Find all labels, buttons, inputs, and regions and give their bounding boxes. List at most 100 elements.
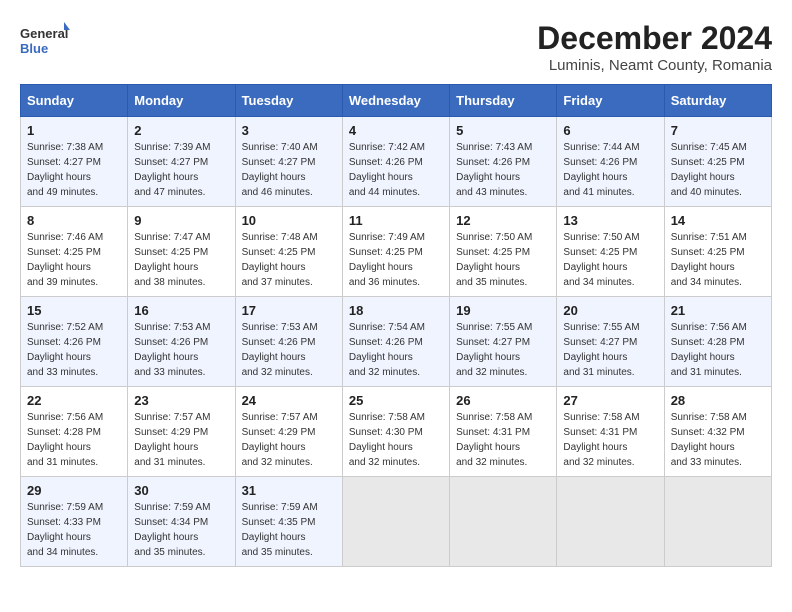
calendar-cell: 18 Sunrise: 7:54 AM Sunset: 4:26 PM Dayl… xyxy=(342,297,449,387)
svg-text:General: General xyxy=(20,26,68,41)
day-number: 29 xyxy=(27,483,121,498)
weekday-saturday: Saturday xyxy=(664,85,771,117)
day-info: Sunrise: 7:46 AM Sunset: 4:25 PM Dayligh… xyxy=(27,230,121,290)
day-info: Sunrise: 7:58 AM Sunset: 4:32 PM Dayligh… xyxy=(671,410,765,470)
day-number: 23 xyxy=(134,393,228,408)
calendar-cell: 15 Sunrise: 7:52 AM Sunset: 4:26 PM Dayl… xyxy=(21,297,128,387)
calendar-cell: 11 Sunrise: 7:49 AM Sunset: 4:25 PM Dayl… xyxy=(342,207,449,297)
calendar-header: SundayMondayTuesdayWednesdayThursdayFrid… xyxy=(21,85,772,117)
day-info: Sunrise: 7:59 AM Sunset: 4:35 PM Dayligh… xyxy=(242,500,336,560)
calendar-cell: 17 Sunrise: 7:53 AM Sunset: 4:26 PM Dayl… xyxy=(235,297,342,387)
day-number: 20 xyxy=(563,303,657,318)
day-number: 1 xyxy=(27,123,121,138)
day-number: 8 xyxy=(27,213,121,228)
calendar-cell: 10 Sunrise: 7:48 AM Sunset: 4:25 PM Dayl… xyxy=(235,207,342,297)
calendar-cell: 9 Sunrise: 7:47 AM Sunset: 4:25 PM Dayli… xyxy=(128,207,235,297)
weekday-wednesday: Wednesday xyxy=(342,85,449,117)
calendar-cell xyxy=(557,477,664,567)
calendar-week-5: 29 Sunrise: 7:59 AM Sunset: 4:33 PM Dayl… xyxy=(21,477,772,567)
calendar-cell: 30 Sunrise: 7:59 AM Sunset: 4:34 PM Dayl… xyxy=(128,477,235,567)
weekday-friday: Friday xyxy=(557,85,664,117)
calendar-cell: 4 Sunrise: 7:42 AM Sunset: 4:26 PM Dayli… xyxy=(342,117,449,207)
calendar-table: SundayMondayTuesdayWednesdayThursdayFrid… xyxy=(20,84,772,567)
calendar-cell xyxy=(342,477,449,567)
calendar-cell: 26 Sunrise: 7:58 AM Sunset: 4:31 PM Dayl… xyxy=(450,387,557,477)
day-number: 13 xyxy=(563,213,657,228)
day-info: Sunrise: 7:39 AM Sunset: 4:27 PM Dayligh… xyxy=(134,140,228,200)
day-info: Sunrise: 7:55 AM Sunset: 4:27 PM Dayligh… xyxy=(456,320,550,380)
day-number: 10 xyxy=(242,213,336,228)
calendar-cell: 31 Sunrise: 7:59 AM Sunset: 4:35 PM Dayl… xyxy=(235,477,342,567)
main-title: December 2024 xyxy=(537,20,772,57)
day-info: Sunrise: 7:44 AM Sunset: 4:26 PM Dayligh… xyxy=(563,140,657,200)
day-info: Sunrise: 7:51 AM Sunset: 4:25 PM Dayligh… xyxy=(671,230,765,290)
calendar-cell: 16 Sunrise: 7:53 AM Sunset: 4:26 PM Dayl… xyxy=(128,297,235,387)
calendar-cell: 14 Sunrise: 7:51 AM Sunset: 4:25 PM Dayl… xyxy=(664,207,771,297)
day-number: 6 xyxy=(563,123,657,138)
calendar-cell: 29 Sunrise: 7:59 AM Sunset: 4:33 PM Dayl… xyxy=(21,477,128,567)
calendar-week-3: 15 Sunrise: 7:52 AM Sunset: 4:26 PM Dayl… xyxy=(21,297,772,387)
day-number: 25 xyxy=(349,393,443,408)
day-info: Sunrise: 7:57 AM Sunset: 4:29 PM Dayligh… xyxy=(242,410,336,470)
day-info: Sunrise: 7:58 AM Sunset: 4:31 PM Dayligh… xyxy=(563,410,657,470)
day-info: Sunrise: 7:59 AM Sunset: 4:33 PM Dayligh… xyxy=(27,500,121,560)
calendar-cell: 12 Sunrise: 7:50 AM Sunset: 4:25 PM Dayl… xyxy=(450,207,557,297)
calendar-week-4: 22 Sunrise: 7:56 AM Sunset: 4:28 PM Dayl… xyxy=(21,387,772,477)
day-info: Sunrise: 7:42 AM Sunset: 4:26 PM Dayligh… xyxy=(349,140,443,200)
day-number: 22 xyxy=(27,393,121,408)
day-info: Sunrise: 7:58 AM Sunset: 4:30 PM Dayligh… xyxy=(349,410,443,470)
day-info: Sunrise: 7:56 AM Sunset: 4:28 PM Dayligh… xyxy=(27,410,121,470)
day-info: Sunrise: 7:58 AM Sunset: 4:31 PM Dayligh… xyxy=(456,410,550,470)
logo-svg: General Blue xyxy=(20,20,70,60)
day-number: 9 xyxy=(134,213,228,228)
calendar-cell: 22 Sunrise: 7:56 AM Sunset: 4:28 PM Dayl… xyxy=(21,387,128,477)
calendar-cell: 24 Sunrise: 7:57 AM Sunset: 4:29 PM Dayl… xyxy=(235,387,342,477)
calendar-cell: 7 Sunrise: 7:45 AM Sunset: 4:25 PM Dayli… xyxy=(664,117,771,207)
day-number: 3 xyxy=(242,123,336,138)
day-number: 26 xyxy=(456,393,550,408)
day-number: 30 xyxy=(134,483,228,498)
calendar-cell: 23 Sunrise: 7:57 AM Sunset: 4:29 PM Dayl… xyxy=(128,387,235,477)
calendar-cell xyxy=(664,477,771,567)
day-info: Sunrise: 7:38 AM Sunset: 4:27 PM Dayligh… xyxy=(27,140,121,200)
day-number: 2 xyxy=(134,123,228,138)
calendar-cell: 1 Sunrise: 7:38 AM Sunset: 4:27 PM Dayli… xyxy=(21,117,128,207)
day-info: Sunrise: 7:48 AM Sunset: 4:25 PM Dayligh… xyxy=(242,230,336,290)
day-number: 21 xyxy=(671,303,765,318)
weekday-header-row: SundayMondayTuesdayWednesdayThursdayFrid… xyxy=(21,85,772,117)
day-number: 15 xyxy=(27,303,121,318)
day-info: Sunrise: 7:56 AM Sunset: 4:28 PM Dayligh… xyxy=(671,320,765,380)
calendar-cell: 19 Sunrise: 7:55 AM Sunset: 4:27 PM Dayl… xyxy=(450,297,557,387)
logo: General Blue xyxy=(20,20,70,60)
day-info: Sunrise: 7:40 AM Sunset: 4:27 PM Dayligh… xyxy=(242,140,336,200)
calendar-cell: 27 Sunrise: 7:58 AM Sunset: 4:31 PM Dayl… xyxy=(557,387,664,477)
calendar-cell: 20 Sunrise: 7:55 AM Sunset: 4:27 PM Dayl… xyxy=(557,297,664,387)
weekday-thursday: Thursday xyxy=(450,85,557,117)
day-number: 18 xyxy=(349,303,443,318)
calendar-cell: 21 Sunrise: 7:56 AM Sunset: 4:28 PM Dayl… xyxy=(664,297,771,387)
day-info: Sunrise: 7:54 AM Sunset: 4:26 PM Dayligh… xyxy=(349,320,443,380)
calendar-cell: 6 Sunrise: 7:44 AM Sunset: 4:26 PM Dayli… xyxy=(557,117,664,207)
day-number: 19 xyxy=(456,303,550,318)
calendar-cell: 3 Sunrise: 7:40 AM Sunset: 4:27 PM Dayli… xyxy=(235,117,342,207)
day-number: 24 xyxy=(242,393,336,408)
calendar-cell xyxy=(450,477,557,567)
weekday-monday: Monday xyxy=(128,85,235,117)
day-info: Sunrise: 7:47 AM Sunset: 4:25 PM Dayligh… xyxy=(134,230,228,290)
day-number: 28 xyxy=(671,393,765,408)
day-number: 16 xyxy=(134,303,228,318)
day-info: Sunrise: 7:57 AM Sunset: 4:29 PM Dayligh… xyxy=(134,410,228,470)
day-number: 27 xyxy=(563,393,657,408)
calendar-cell: 13 Sunrise: 7:50 AM Sunset: 4:25 PM Dayl… xyxy=(557,207,664,297)
day-info: Sunrise: 7:55 AM Sunset: 4:27 PM Dayligh… xyxy=(563,320,657,380)
day-number: 31 xyxy=(242,483,336,498)
day-info: Sunrise: 7:50 AM Sunset: 4:25 PM Dayligh… xyxy=(456,230,550,290)
svg-text:Blue: Blue xyxy=(20,41,48,56)
day-info: Sunrise: 7:45 AM Sunset: 4:25 PM Dayligh… xyxy=(671,140,765,200)
subtitle: Luminis, Neamt County, Romania xyxy=(537,57,772,74)
day-number: 14 xyxy=(671,213,765,228)
calendar-cell: 2 Sunrise: 7:39 AM Sunset: 4:27 PM Dayli… xyxy=(128,117,235,207)
day-number: 12 xyxy=(456,213,550,228)
weekday-sunday: Sunday xyxy=(21,85,128,117)
weekday-tuesday: Tuesday xyxy=(235,85,342,117)
